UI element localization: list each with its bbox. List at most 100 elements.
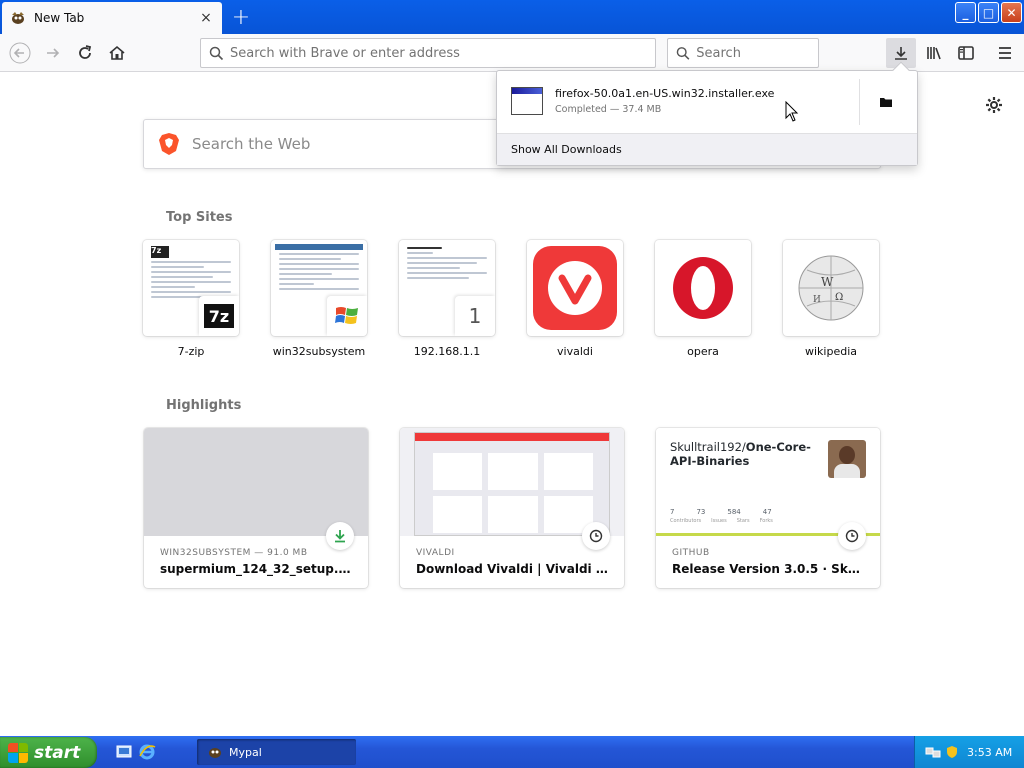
site-label: win32subsystem: [272, 345, 366, 358]
reload-icon: [79, 45, 92, 59]
library-icon: [927, 47, 941, 60]
show-all-downloads-button[interactable]: Show All Downloads: [497, 133, 917, 165]
taskbar-window-label: Mypal: [229, 745, 262, 759]
exe-file-icon: [511, 87, 543, 115]
mypal-app-icon: [209, 748, 221, 758]
quicklaunch-item[interactable]: [113, 741, 135, 763]
hamburger-menu-icon: [999, 47, 1011, 59]
top-site-win32subsystem[interactable]: win32subsystem: [271, 240, 367, 358]
highlight-card[interactable]: VIVALDI Download Vivaldi | Vivaldi Brow…: [400, 428, 624, 588]
sidebar-button[interactable]: [952, 39, 980, 67]
reload-button[interactable]: [71, 39, 99, 67]
site-tile: WΩ И: [783, 240, 879, 336]
show-desktop-icon: [116, 745, 132, 758]
windows-logo-icon: [327, 296, 367, 336]
wikipedia-globe-icon: WΩ И: [798, 255, 864, 321]
site-label: 192.168.1.1: [413, 345, 481, 358]
windows-flag-icon: [8, 742, 28, 763]
title-bar: New Tab × + _ □ ✕: [0, 0, 1024, 34]
site-label: wikipedia: [804, 345, 857, 358]
site-label: 7-zip: [177, 345, 205, 358]
url-bar[interactable]: [200, 38, 656, 68]
site-tile: [271, 240, 367, 336]
download-icon: [326, 522, 354, 550]
system-tray: 3:53 AM: [914, 736, 1024, 768]
svg-text:Ω: Ω: [835, 292, 843, 303]
highlight-card[interactable]: WIN32SUBSYSTEM — 91.0 MB supermium_124_3…: [144, 428, 368, 588]
card-title: Release Version 3.0.5 · Skulltrai…: [672, 562, 868, 576]
repo-stats: 7 73 584 47: [670, 508, 772, 516]
library-button[interactable]: [920, 39, 948, 67]
minimize-icon: _: [962, 5, 969, 20]
navigation-toolbar: [0, 34, 1024, 72]
card-title: Download Vivaldi | Vivaldi Brow…: [416, 562, 612, 576]
download-arrow-icon: [895, 47, 907, 60]
open-folder-button[interactable]: [875, 91, 897, 113]
downloads-panel: firefox-50.0a1.en-US.win32.installer.exe…: [496, 61, 918, 166]
top-site-wikipedia[interactable]: WΩ И wikipedia: [783, 240, 879, 358]
network-icon: [925, 747, 941, 758]
minimize-button[interactable]: _: [955, 2, 976, 23]
card-meta: VIVALDI: [416, 548, 455, 558]
vivaldi-logo-icon: [533, 246, 617, 330]
top-site-vivaldi[interactable]: vivaldi: [527, 240, 623, 358]
taskbar-window-mypal[interactable]: Mypal: [197, 739, 356, 765]
close-window-button[interactable]: ✕: [1001, 2, 1022, 23]
clock: 3:53 AM: [967, 745, 1013, 759]
top-sites-grid: 7z 7z 7-zip win32subsystem 1 192.168.1.1…: [143, 240, 911, 358]
search-icon: [209, 46, 224, 60]
site-tile: 7z 7z: [143, 240, 239, 336]
top-sites-heading: Top Sites: [166, 210, 233, 225]
sidebar-icon: [958, 46, 974, 60]
maximize-icon: □: [982, 5, 995, 20]
card-meta: WIN32SUBSYSTEM — 91.0 MB: [160, 548, 308, 558]
card-meta: GITHUB: [672, 548, 710, 558]
download-item[interactable]: firefox-50.0a1.en-US.win32.installer.exe…: [497, 71, 917, 133]
forward-arrow-icon: [47, 48, 60, 58]
card-thumbnail: Skulltrail192/One-Core-API-Binaries 7 73…: [656, 428, 880, 536]
taskbar: start Mypal 3:53 AM: [0, 736, 1024, 768]
clock-icon: [582, 522, 610, 550]
highlight-card[interactable]: Skulltrail192/One-Core-API-Binaries 7 73…: [656, 428, 880, 588]
site-tile: [655, 240, 751, 336]
highlights-grid: WIN32SUBSYSTEM — 91.0 MB supermium_124_3…: [144, 428, 912, 588]
home-button[interactable]: [103, 39, 131, 67]
menu-button[interactable]: [991, 39, 1019, 67]
mouse-cursor-icon: [785, 101, 799, 122]
search-input[interactable]: [696, 45, 818, 61]
site-label: opera: [687, 345, 719, 358]
card-thumbnail: [400, 428, 624, 536]
tab-close-icon[interactable]: ×: [198, 10, 214, 26]
security-icon: [947, 746, 957, 758]
tab-new-tab[interactable]: New Tab ×: [2, 2, 222, 34]
new-tab-button[interactable]: +: [228, 4, 254, 30]
quicklaunch-item[interactable]: [136, 741, 158, 763]
repo-stat-labels: Contributors Issues Stars Forks: [670, 518, 773, 524]
svg-text:W: W: [821, 275, 834, 289]
brave-logo-icon: [159, 133, 179, 155]
internet-explorer-icon: [139, 744, 156, 760]
search-icon: [676, 46, 690, 60]
highlights-heading: Highlights: [166, 398, 242, 413]
7zip-icon: 7z: [199, 296, 239, 336]
top-site-opera[interactable]: opera: [655, 240, 751, 358]
site-tile: [527, 240, 623, 336]
close-icon: ✕: [1006, 5, 1017, 20]
new-tab-page: Top Sites 7z 7z 7-zip: [0, 72, 1024, 736]
tab-title: New Tab: [34, 11, 85, 25]
url-input[interactable]: [230, 45, 632, 61]
start-label: start: [34, 742, 81, 763]
clock-icon: [838, 522, 866, 550]
search-bar[interactable]: [667, 38, 819, 68]
top-site-router[interactable]: 1 192.168.1.1: [399, 240, 495, 358]
back-button[interactable]: [6, 39, 34, 67]
top-site-7zip[interactable]: 7z 7z 7-zip: [143, 240, 239, 358]
mypal-favicon-icon: [10, 10, 26, 26]
maximize-button[interactable]: □: [978, 2, 999, 23]
settings-gear-icon[interactable]: [983, 94, 1005, 116]
download-status: Completed — 37.4 MB: [555, 104, 662, 115]
home-icon: [109, 45, 125, 60]
forward-button[interactable]: [39, 39, 67, 67]
card-title: supermium_124_32_setup.exe: [160, 562, 356, 576]
start-button[interactable]: start: [0, 737, 97, 768]
